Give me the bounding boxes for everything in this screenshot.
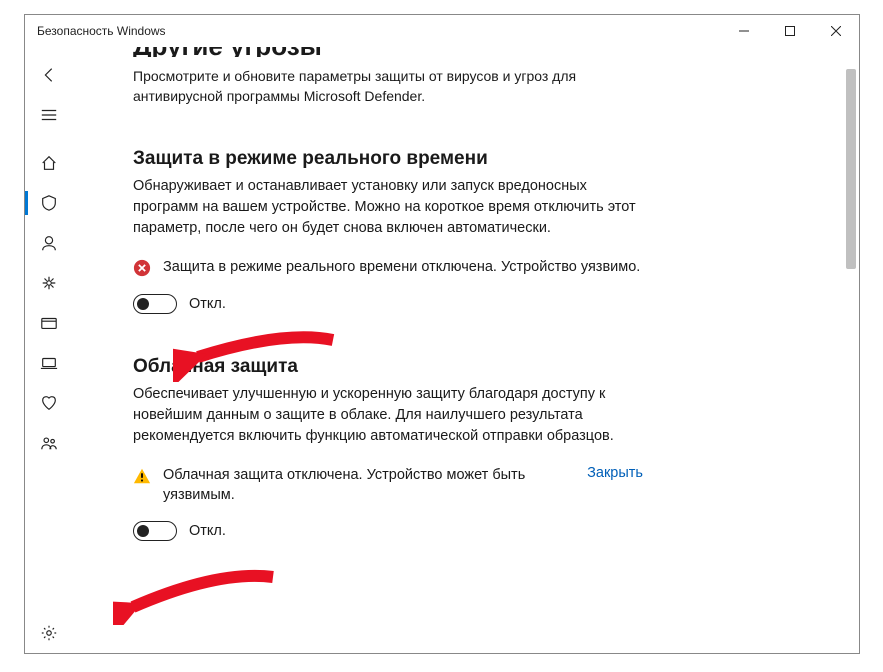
sidebar-item-firewall[interactable]	[25, 263, 73, 303]
toggle-label: Откл.	[189, 523, 226, 539]
back-button[interactable]	[25, 55, 73, 95]
toggle-thumb	[137, 298, 149, 310]
window-controls	[721, 15, 859, 47]
error-icon	[133, 259, 151, 277]
alert-row-cloud: Облачная защита отключена. Устройство мо…	[133, 465, 643, 506]
toggle-label: Откл.	[189, 296, 226, 312]
alert-message: Защита в режиме реального времени отключ…	[163, 257, 643, 277]
close-button[interactable]	[813, 15, 859, 47]
sidebar-item-account[interactable]	[25, 223, 73, 263]
titlebar: Безопасность Windows	[25, 15, 859, 47]
sidebar-item-home[interactable]	[25, 143, 73, 183]
page-heading-partial: Другие угрозы	[133, 47, 683, 57]
section-description: Обнаруживает и останавливает установку и…	[133, 176, 643, 239]
scrollbar-thumb[interactable]	[846, 69, 856, 269]
sidebar-item-device-health[interactable]	[25, 383, 73, 423]
vertical-scrollbar[interactable]	[844, 49, 858, 651]
hamburger-menu[interactable]	[25, 95, 73, 135]
warning-icon	[133, 467, 151, 485]
toggle-row-cloud: Откл.	[133, 521, 683, 541]
realtime-protection-toggle[interactable]	[133, 294, 177, 314]
cloud-protection-toggle[interactable]	[133, 521, 177, 541]
minimize-button[interactable]	[721, 15, 767, 47]
page-intro: Просмотрите и обновите параметры защиты …	[133, 67, 633, 106]
settings-content: Другие угрозы Просмотрите и обновите пар…	[73, 47, 713, 653]
annotation-arrow-2	[113, 565, 283, 625]
sidebar-item-device-security[interactable]	[25, 343, 73, 383]
sidebar-item-family[interactable]	[25, 423, 73, 463]
alert-message: Облачная защита отключена. Устройство мо…	[163, 465, 573, 506]
sidebar-item-settings[interactable]	[25, 613, 73, 653]
section-description: Обеспечивает улучшенную и ускоренную защ…	[133, 384, 643, 447]
section-title: Защита в режиме реального времени	[133, 148, 683, 170]
dismiss-link[interactable]: Закрыть	[587, 465, 643, 481]
alert-row-realtime: Защита в режиме реального времени отключ…	[133, 257, 643, 277]
section-title: Облачная защита	[133, 356, 683, 378]
sidebar-item-virus-protection[interactable]	[25, 183, 73, 223]
maximize-button[interactable]	[767, 15, 813, 47]
toggle-row-realtime: Откл.	[133, 294, 683, 314]
section-cloud-protection: Облачная защита Обеспечивает улучшенную …	[133, 356, 683, 542]
windows-security-window: Безопасность Windows	[24, 14, 860, 654]
sidebar-item-app-browser[interactable]	[25, 303, 73, 343]
sidebar	[25, 47, 73, 653]
toggle-thumb	[137, 525, 149, 537]
window-title: Безопасность Windows	[37, 24, 166, 38]
section-realtime-protection: Защита в режиме реального времени Обнару…	[133, 148, 683, 313]
